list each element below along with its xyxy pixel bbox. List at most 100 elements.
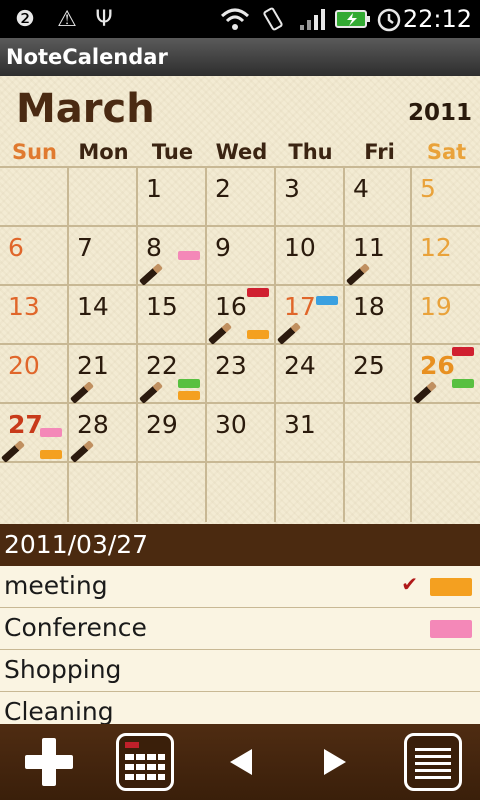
note-item[interactable]: Conference (0, 608, 480, 650)
day-number: 10 (284, 233, 316, 262)
pink-tag-icon (430, 620, 472, 638)
calendar-icon (116, 733, 174, 791)
day-cell[interactable]: 14 (69, 286, 138, 345)
pencil-note-icon (276, 322, 302, 345)
orange-tag-icon (247, 330, 269, 339)
weekday-tue: Tue (151, 140, 194, 164)
day-number: 23 (215, 351, 247, 380)
wifi-icon (218, 4, 252, 34)
day-number: 21 (77, 351, 109, 380)
day-number: 31 (284, 410, 316, 439)
day-cell[interactable]: 3 (276, 168, 345, 227)
selected-date-header: 2011/03/27 (0, 524, 480, 566)
day-number: 11 (353, 233, 385, 262)
pencil-note-icon (69, 381, 95, 404)
day-cell[interactable]: 7 (69, 227, 138, 286)
day-cell[interactable]: 26 (412, 345, 480, 404)
orange-tag-icon (40, 450, 62, 459)
weekday-sun: Sun (11, 140, 58, 164)
day-cell[interactable]: 6 (0, 227, 69, 286)
clock-time: 22:12 (402, 5, 472, 33)
next-month-button[interactable] (300, 730, 370, 794)
note-item[interactable]: Shopping (0, 650, 480, 692)
day-number: 15 (146, 292, 178, 321)
day-number: 29 (146, 410, 178, 439)
day-cell[interactable]: 19 (412, 286, 480, 345)
arrow-left-icon (230, 749, 252, 775)
day-number: 2 (215, 174, 231, 203)
day-cell[interactable]: 2 (207, 168, 276, 227)
day-cell[interactable]: 20 (0, 345, 69, 404)
day-cell[interactable]: 30 (207, 404, 276, 463)
notes-list: meeting ✔ Conference Shopping Cleaning (0, 566, 480, 726)
year-label: 2011 (407, 100, 472, 126)
pink-tag-icon (178, 251, 200, 260)
day-number: 1 (146, 174, 162, 203)
day-cell[interactable]: 10 (276, 227, 345, 286)
day-cell[interactable]: 1 (138, 168, 207, 227)
arrow-right-icon (324, 749, 346, 775)
day-cell[interactable]: 11 (345, 227, 414, 286)
pencil-note-icon (138, 381, 164, 404)
day-cell[interactable]: 16 (207, 286, 276, 345)
day-number: 5 (420, 174, 436, 203)
day-number: 22 (146, 351, 178, 380)
battery-charging-icon (334, 4, 372, 34)
day-cell[interactable]: 21 (69, 345, 138, 404)
pencil-note-icon (207, 322, 233, 345)
green-tag-icon (178, 379, 200, 388)
month-title: March (16, 86, 155, 132)
usb-icon: Ψ (95, 6, 113, 32)
blue-tag-icon (316, 296, 338, 305)
day-cell[interactable]: 8 (138, 227, 207, 286)
day-cell[interactable]: 28 (69, 404, 138, 463)
vibrate-icon (258, 4, 288, 34)
day-cell[interactable]: 5 (412, 168, 480, 227)
day-cell[interactable]: 22 (138, 345, 207, 404)
pink-tag-icon (40, 428, 62, 437)
day-cell[interactable]: 29 (138, 404, 207, 463)
day-number: 26 (420, 351, 455, 380)
day-cell[interactable]: 17 (276, 286, 345, 345)
day-cell[interactable]: 18 (345, 286, 414, 345)
day-number: 14 (77, 292, 109, 321)
pencil-note-icon (345, 263, 371, 286)
day-cell[interactable]: 24 (276, 345, 345, 404)
weekday-thu: Thu (288, 140, 333, 164)
orange-tag-icon (178, 391, 200, 400)
status-bar: ❷ ⚠ Ψ 22:12 (0, 0, 480, 38)
weekday-mon: Mon (78, 140, 129, 164)
day-cell[interactable]: 23 (207, 345, 276, 404)
day-number: 3 (284, 174, 300, 203)
note-item[interactable]: meeting ✔ (0, 566, 480, 608)
day-number: 30 (215, 410, 247, 439)
day-cell-selected[interactable]: 27 (0, 404, 69, 463)
green-tag-icon (452, 379, 474, 388)
day-number: 28 (77, 410, 109, 439)
alarm-icon (374, 4, 404, 34)
note-label: meeting (4, 571, 108, 600)
day-number: 19 (420, 292, 452, 321)
day-number: 12 (420, 233, 452, 262)
pencil-note-icon (138, 263, 164, 286)
calendar-view-button[interactable] (110, 730, 180, 794)
note-label: Shopping (4, 655, 122, 684)
signal-icon (296, 4, 330, 34)
add-note-button[interactable] (14, 730, 84, 794)
day-cell[interactable]: 9 (207, 227, 276, 286)
weekday-sat: Sat (426, 140, 467, 164)
note-list-button[interactable] (398, 730, 468, 794)
day-number: 20 (8, 351, 40, 380)
day-cell[interactable]: 31 (276, 404, 345, 463)
weekday-fri: Fri (364, 140, 395, 164)
day-cell[interactable]: 12 (412, 227, 480, 286)
day-cell[interactable]: 25 (345, 345, 414, 404)
plus-icon (25, 738, 73, 786)
day-number: 7 (77, 233, 93, 262)
notification-2-icon: ❷ (15, 6, 35, 32)
day-cell[interactable]: 15 (138, 286, 207, 345)
pencil-note-icon (0, 440, 26, 463)
day-cell[interactable]: 13 (0, 286, 69, 345)
day-cell[interactable]: 4 (345, 168, 414, 227)
previous-month-button[interactable] (206, 730, 276, 794)
